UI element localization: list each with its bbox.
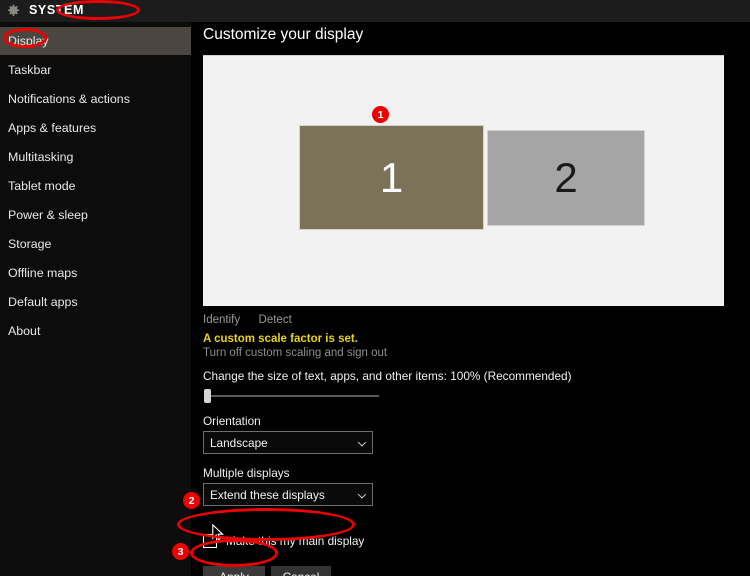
sidebar-item-label: Multitasking	[8, 150, 74, 164]
sidebar-item-tablet-mode[interactable]: Tablet mode	[0, 172, 191, 200]
scale-slider-thumb[interactable]	[204, 389, 211, 403]
multiple-displays-label: Multiple displays	[203, 466, 290, 480]
make-main-display-row[interactable]: Make this my main display	[203, 534, 364, 548]
sidebar-item-label: Default apps	[8, 295, 78, 309]
orientation-dropdown[interactable]: Landscape	[203, 431, 373, 454]
sidebar-item-label: Offline maps	[8, 266, 78, 280]
make-main-display-label: Make this my main display	[226, 534, 365, 548]
chevron-down-icon	[357, 437, 367, 447]
scale-slider[interactable]	[204, 389, 379, 403]
window-title: SYSTEM	[29, 3, 84, 17]
sidebar-item-power-sleep[interactable]: Power & sleep	[0, 201, 191, 229]
sidebar-item-multitasking[interactable]: Multitasking	[0, 143, 191, 171]
sidebar-item-display[interactable]: Display	[0, 27, 191, 55]
detect-link[interactable]: Detect	[259, 314, 292, 326]
orientation-label: Orientation	[203, 414, 261, 428]
multiple-displays-dropdown[interactable]: Extend these displays	[203, 483, 373, 506]
sidebar-item-apps-features[interactable]: Apps & features	[0, 114, 191, 142]
identify-link[interactable]: Identify	[203, 314, 240, 326]
sidebar-item-taskbar[interactable]: Taskbar	[0, 56, 191, 84]
display-monitor-2[interactable]: 2	[487, 130, 645, 226]
cancel-button[interactable]: Cancel	[271, 566, 331, 576]
orientation-value: Landscape	[210, 435, 268, 450]
page-title: Customize your display	[203, 26, 364, 43]
sidebar-item-notifications-actions[interactable]: Notifications & actions	[0, 85, 191, 113]
sidebar-item-label: Storage	[8, 237, 52, 251]
sidebar-item-label: Power & sleep	[8, 208, 88, 222]
gear-icon	[6, 4, 21, 19]
chevron-down-icon	[357, 489, 367, 499]
sidebar: Display Taskbar Notifications & actions …	[0, 22, 191, 576]
sidebar-item-default-apps[interactable]: Default apps	[0, 288, 191, 316]
mouse-cursor	[212, 523, 224, 542]
sidebar-item-label: About	[8, 324, 41, 338]
sidebar-item-offline-maps[interactable]: Offline maps	[0, 259, 191, 287]
sidebar-item-label: Taskbar	[8, 63, 52, 77]
multiple-displays-value: Extend these displays	[210, 487, 325, 502]
display-monitor-2-number: 2	[554, 154, 578, 201]
display-arrangement-preview[interactable]: 1 2	[203, 55, 724, 306]
settings-window: SYSTEM Display Taskbar Notifications & a…	[0, 0, 750, 576]
display-actions: Identify Detect	[203, 310, 292, 328]
custom-scale-warning: A custom scale factor is set.	[203, 333, 358, 345]
sidebar-item-label: Display	[8, 34, 49, 48]
sidebar-item-about[interactable]: About	[0, 317, 191, 345]
scale-slider-label: Change the size of text, apps, and other…	[203, 369, 572, 383]
scale-slider-track	[204, 395, 379, 397]
title-bar: SYSTEM	[0, 0, 750, 22]
display-monitor-1-number: 1	[379, 153, 404, 201]
apply-button[interactable]: Apply	[203, 566, 265, 576]
turn-off-custom-scaling-link[interactable]: Turn off custom scaling and sign out	[203, 347, 387, 359]
sidebar-item-label: Apps & features	[8, 121, 97, 135]
sidebar-item-label: Tablet mode	[8, 179, 76, 193]
sidebar-item-label: Notifications & actions	[8, 92, 130, 106]
sidebar-item-storage[interactable]: Storage	[0, 230, 191, 258]
display-monitor-1[interactable]: 1	[299, 125, 484, 230]
main-content: Customize your display 1 2 Identify Dete…	[191, 22, 750, 576]
